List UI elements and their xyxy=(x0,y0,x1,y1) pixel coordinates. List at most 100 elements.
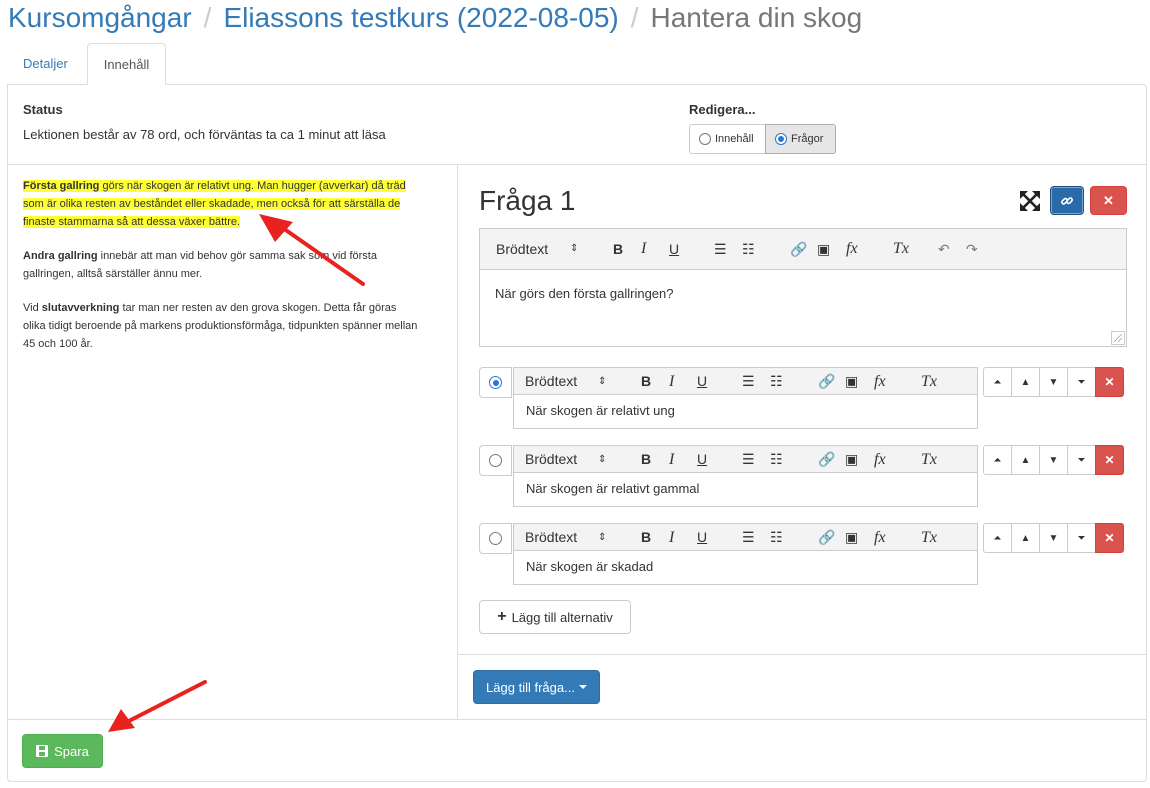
image-icon[interactable]: ▣ xyxy=(845,446,858,473)
save-button[interactable]: Spara xyxy=(22,734,103,768)
bold-button[interactable]: B xyxy=(641,524,651,551)
image-icon[interactable]: ▣ xyxy=(845,368,858,395)
move-bottom-button[interactable]: ⏷ xyxy=(1067,445,1096,475)
add-question-label: Lägg till fråga... xyxy=(486,679,575,695)
link-icon[interactable]: 🔗 xyxy=(790,229,807,269)
format-dropdown[interactable]: Brödtext xyxy=(525,524,577,551)
underline-button[interactable]: U xyxy=(669,229,679,269)
italic-button[interactable]: I xyxy=(669,368,674,395)
move-down-button[interactable]: ▼ xyxy=(1039,445,1068,475)
answer-controls: ⏶ ▲ ▼ ⏷ ✕ xyxy=(983,367,1124,397)
answer-text[interactable]: När skogen är relativt gammal xyxy=(514,473,977,504)
double-chevron-down-icon: ⏷ xyxy=(1077,376,1086,388)
move-up-button[interactable]: ▲ xyxy=(1011,445,1040,475)
floppy-disk-icon xyxy=(36,745,49,757)
format-dropdown[interactable]: Brödtext xyxy=(525,368,577,395)
answer-editor[interactable]: Brödtext ⇕ B I U ☰ ☷ 🔗 ▣ fx Tx När skoge… xyxy=(513,445,978,507)
lesson-bold-term: Andra gallring xyxy=(23,250,98,262)
delete-answer-button[interactable]: ✕ xyxy=(1095,367,1124,397)
format-dropdown-arrow-icon[interactable]: ⇕ xyxy=(598,524,606,551)
tab-content[interactable]: Innehåll xyxy=(87,43,166,85)
ordered-list-icon[interactable]: ☰ xyxy=(742,524,755,551)
bullet-list-icon[interactable]: ☷ xyxy=(770,524,783,551)
italic-button[interactable]: I xyxy=(641,229,646,269)
move-bottom-button[interactable]: ⏷ xyxy=(1067,367,1096,397)
move-up-button[interactable]: ▲ xyxy=(1011,367,1040,397)
clear-format-icon[interactable]: Tx xyxy=(921,446,937,473)
bold-button[interactable]: B xyxy=(641,368,651,395)
underline-button[interactable]: U xyxy=(697,446,707,473)
question-editor[interactable]: Brödtext ⇕ B I U ☰ ☷ 🔗 ▣ fx Tx ↶ ↷ När g… xyxy=(479,228,1127,347)
move-down-button[interactable]: ▼ xyxy=(1039,523,1068,553)
link-button[interactable] xyxy=(1050,186,1084,215)
status-section: Status Lektionen består av 78 ord, och f… xyxy=(23,102,386,142)
link-icon[interactable]: 🔗 xyxy=(818,368,835,395)
breadcrumb-separator: / xyxy=(203,2,212,33)
edit-mode-content-option[interactable]: Innehåll xyxy=(689,124,766,154)
underline-button[interactable]: U xyxy=(697,524,707,551)
clear-format-icon[interactable]: Tx xyxy=(921,524,937,551)
divider xyxy=(458,654,1146,655)
answer-radio[interactable] xyxy=(479,523,512,554)
image-icon[interactable]: ▣ xyxy=(817,229,830,269)
clear-format-icon[interactable]: Tx xyxy=(921,368,937,395)
italic-button[interactable]: I xyxy=(669,446,674,473)
ordered-list-icon[interactable]: ☰ xyxy=(742,368,755,395)
ordered-list-icon[interactable]: ☰ xyxy=(742,446,755,473)
format-dropdown-arrow-icon[interactable]: ⇕ xyxy=(598,368,606,395)
format-dropdown-arrow-icon[interactable]: ⇕ xyxy=(570,229,578,269)
delete-answer-button[interactable]: ✕ xyxy=(1095,445,1124,475)
expand-icon[interactable] xyxy=(1019,190,1041,212)
bullet-list-icon[interactable]: ☷ xyxy=(742,229,755,269)
breadcrumb: Kursomgångar / Eliassons testkurs (2022-08… xyxy=(8,2,862,34)
formula-icon[interactable]: fx xyxy=(874,524,886,551)
move-up-button[interactable]: ▲ xyxy=(1011,523,1040,553)
add-alternative-button[interactable]: + Lägg till alternativ xyxy=(479,600,631,634)
move-bottom-button[interactable]: ⏷ xyxy=(1067,523,1096,553)
resize-handle[interactable] xyxy=(1111,331,1125,345)
answer-text[interactable]: När skogen är skadad xyxy=(514,551,977,582)
breadcrumb-courses-link[interactable]: Kursomgångar xyxy=(8,2,192,33)
move-top-button[interactable]: ⏶ xyxy=(983,367,1012,397)
question-text[interactable]: När görs den första gallringen? xyxy=(480,270,1126,317)
bullet-list-icon[interactable]: ☷ xyxy=(770,446,783,473)
format-dropdown[interactable]: Brödtext xyxy=(496,229,548,269)
clear-format-icon[interactable]: Tx xyxy=(893,229,909,269)
radio-icon xyxy=(489,532,502,545)
breadcrumb-course-link[interactable]: Eliassons testkurs (2022-08-05) xyxy=(223,2,618,33)
move-down-button[interactable]: ▼ xyxy=(1039,367,1068,397)
answer-editor[interactable]: Brödtext ⇕ B I U ☰ ☷ 🔗 ▣ fx Tx När skoge… xyxy=(513,367,978,429)
lesson-text: Första gallring görs när skogen är relat… xyxy=(23,177,418,369)
ordered-list-icon[interactable]: ☰ xyxy=(714,229,727,269)
tab-details[interactable]: Detaljer xyxy=(8,43,83,85)
answer-text[interactable]: När skogen är relativt ung xyxy=(514,395,977,426)
delete-question-button[interactable]: ✕ xyxy=(1090,186,1127,215)
plus-icon: + xyxy=(497,608,507,625)
move-top-button[interactable]: ⏶ xyxy=(983,523,1012,553)
formula-icon[interactable]: fx xyxy=(874,446,886,473)
move-top-button[interactable]: ⏶ xyxy=(983,445,1012,475)
image-icon[interactable]: ▣ xyxy=(845,524,858,551)
bold-button[interactable]: B xyxy=(641,446,651,473)
link-icon[interactable]: 🔗 xyxy=(818,524,835,551)
bold-button[interactable]: B xyxy=(613,229,623,269)
edit-mode-title: Redigera... xyxy=(689,102,756,117)
formula-icon[interactable]: fx xyxy=(846,229,858,269)
format-dropdown-arrow-icon[interactable]: ⇕ xyxy=(598,446,606,473)
formula-icon[interactable]: fx xyxy=(874,368,886,395)
link-icon[interactable]: 🔗 xyxy=(818,446,835,473)
answer-radio[interactable] xyxy=(479,367,512,398)
answer-radio[interactable] xyxy=(479,445,512,476)
question-title: Fråga 1 xyxy=(479,185,576,216)
redo-icon[interactable]: ↷ xyxy=(966,229,978,269)
add-question-button[interactable]: Lägg till fråga... xyxy=(473,670,600,704)
delete-answer-button[interactable]: ✕ xyxy=(1095,523,1124,553)
double-chevron-up-icon: ⏶ xyxy=(993,532,1002,544)
answer-editor[interactable]: Brödtext ⇕ B I U ☰ ☷ 🔗 ▣ fx Tx När skoge… xyxy=(513,523,978,585)
italic-button[interactable]: I xyxy=(669,524,674,551)
bullet-list-icon[interactable]: ☷ xyxy=(770,368,783,395)
format-dropdown[interactable]: Brödtext xyxy=(525,446,577,473)
edit-mode-questions-option[interactable]: Frågor xyxy=(765,124,836,154)
underline-button[interactable]: U xyxy=(697,368,707,395)
undo-icon[interactable]: ↶ xyxy=(938,229,950,269)
